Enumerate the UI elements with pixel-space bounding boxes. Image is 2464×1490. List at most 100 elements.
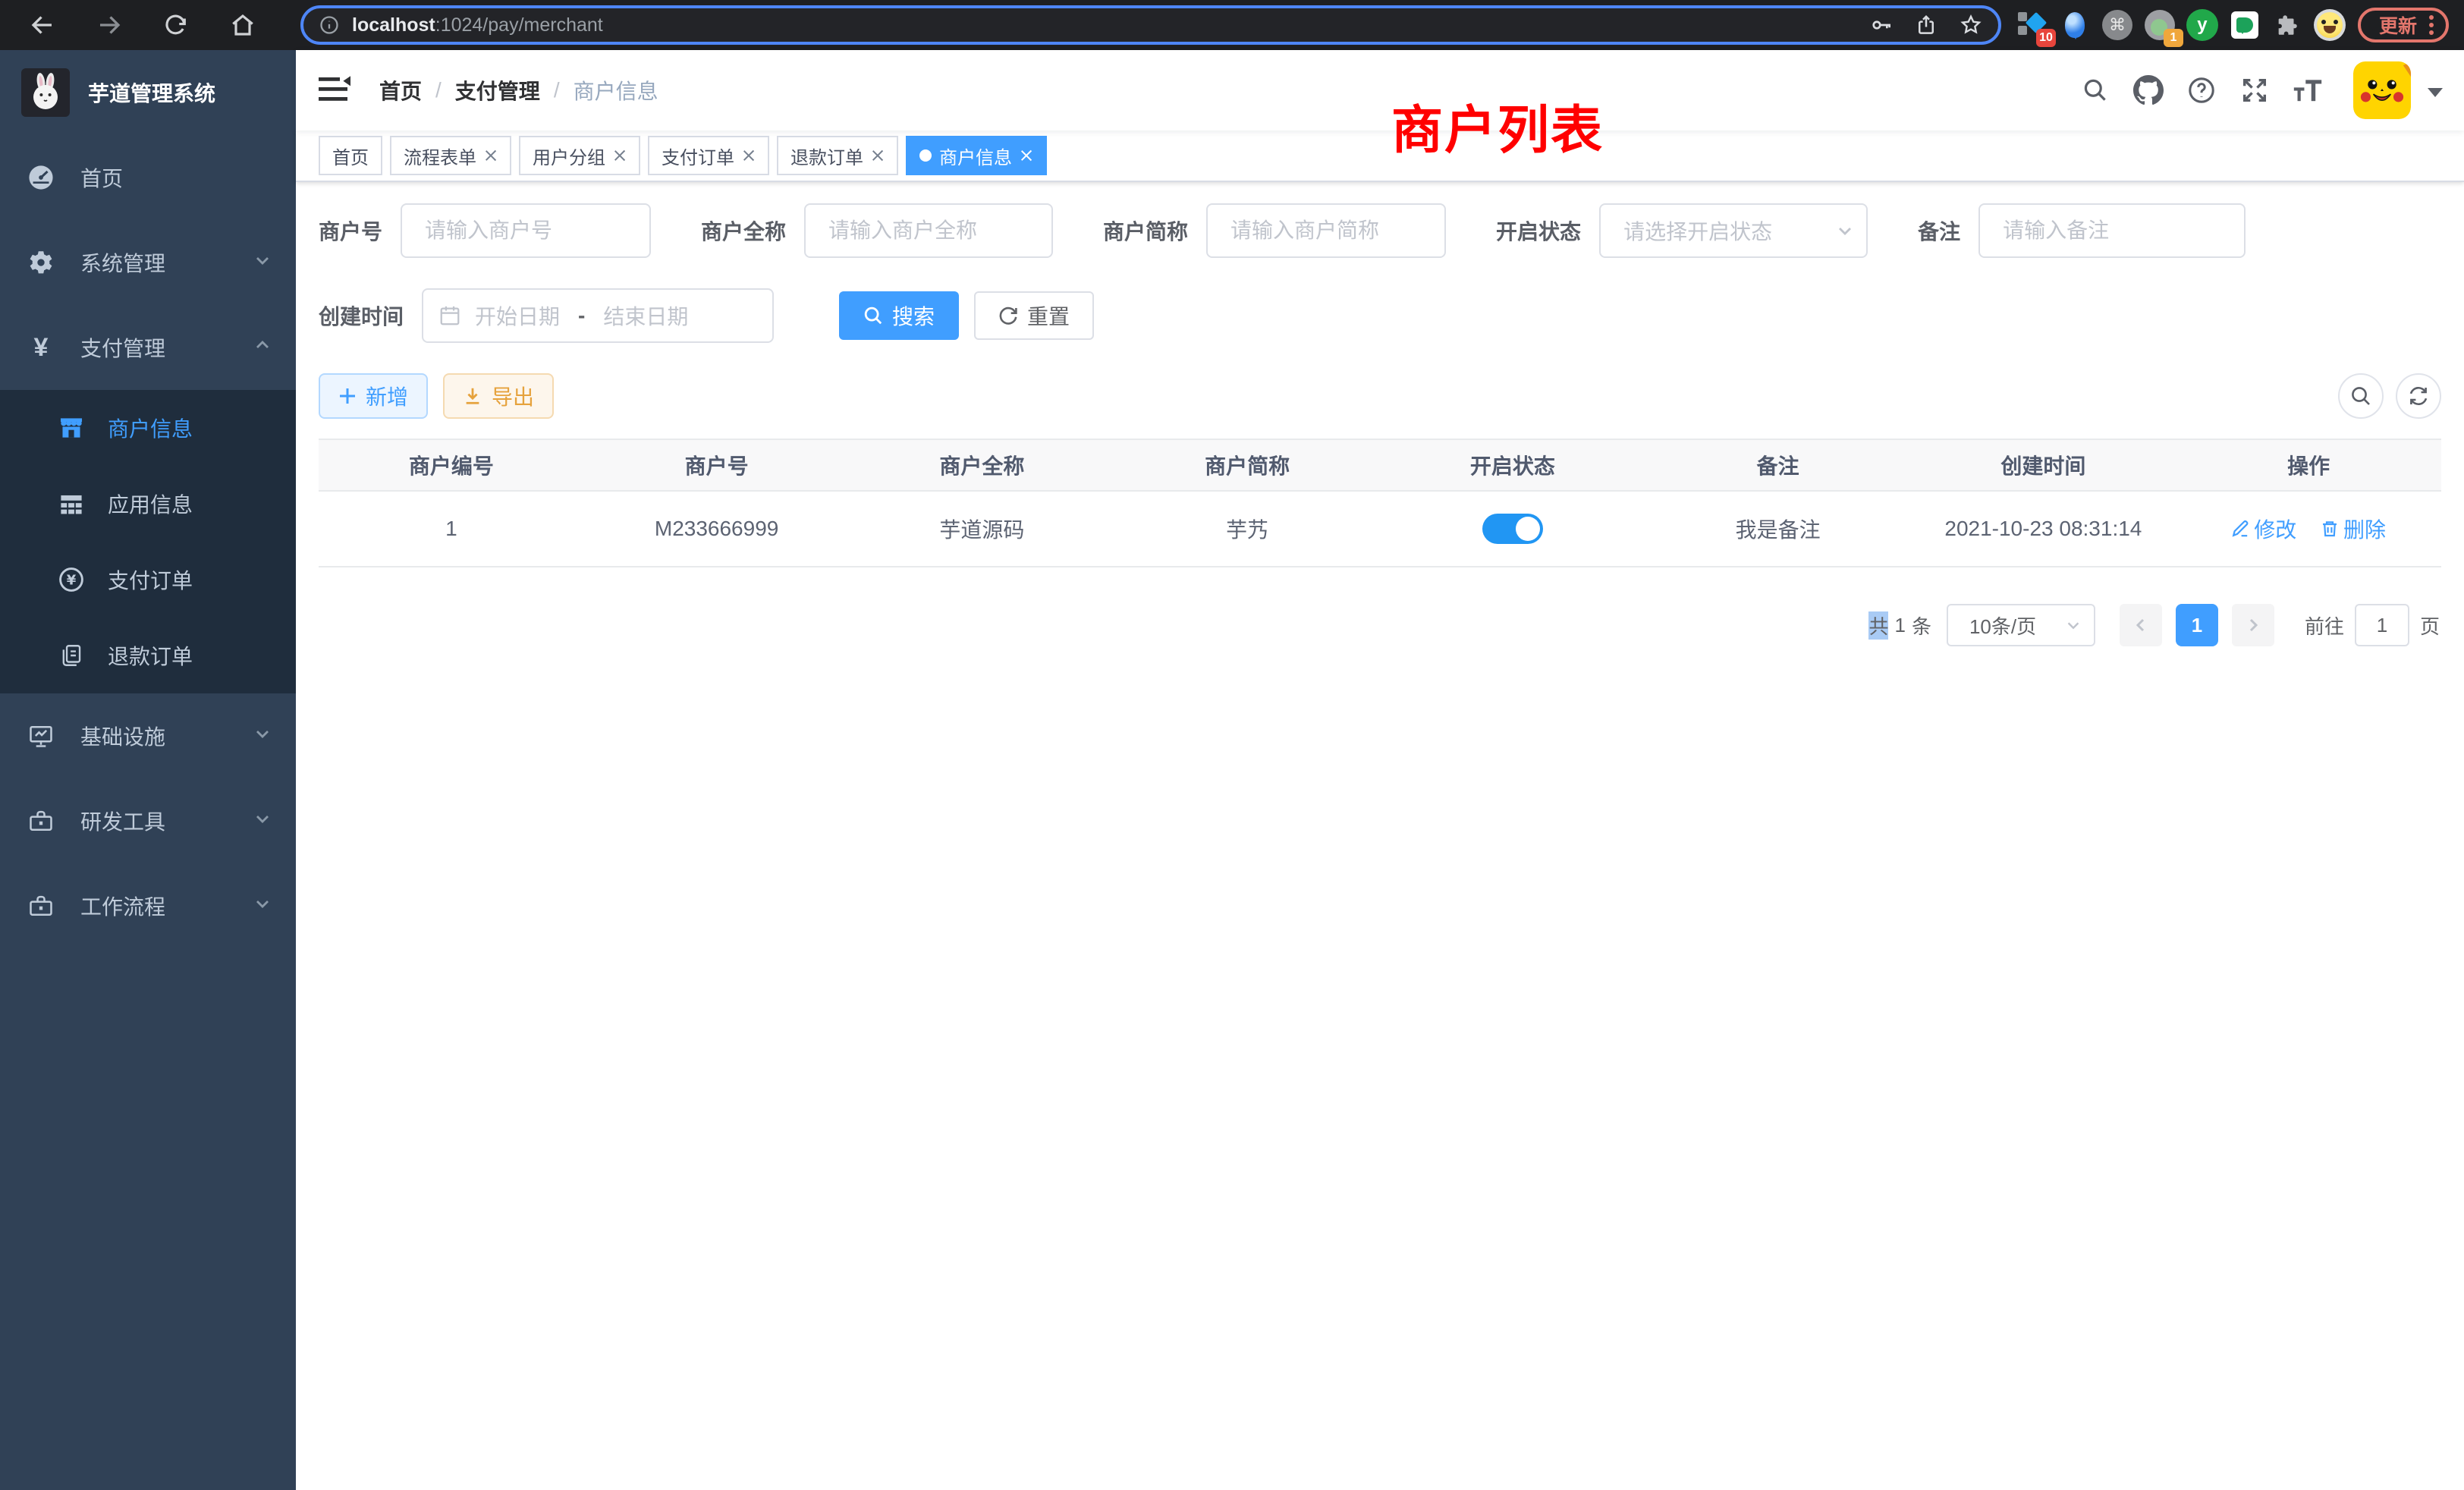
sidebar-item-app-info[interactable]: 应用信息 <box>0 466 296 542</box>
col-header-merchant-no: 商户号 <box>584 439 850 491</box>
tab-merchant-info[interactable]: 商户信息 <box>906 136 1047 175</box>
short-name-input[interactable] <box>1206 203 1446 258</box>
cell-full-name: 芋道源码 <box>850 491 1115 567</box>
browser-forward-button[interactable] <box>91 7 127 43</box>
payment-submenu: 商户信息 应用信息 ¥ 支付订单 <box>0 390 296 693</box>
filter-remark: 备注 <box>1918 203 2246 258</box>
col-header-remark: 备注 <box>1645 439 1911 491</box>
grid-table-icon <box>56 491 86 517</box>
site-info-icon[interactable] <box>319 14 340 36</box>
full-name-input[interactable] <box>804 203 1053 258</box>
sidebar-item-merchant-info[interactable]: 商户信息 <box>0 390 296 466</box>
calendar-icon <box>438 304 461 327</box>
export-button[interactable]: 导出 <box>443 373 554 419</box>
edit-link[interactable]: 修改 <box>2231 514 2296 544</box>
browser-home-button[interactable] <box>225 7 261 43</box>
chevron-down-icon <box>1836 222 1854 240</box>
sidebar-menu: 首页 系统管理 ¥ 支付管理 <box>0 135 296 948</box>
github-icon[interactable] <box>2132 74 2165 107</box>
extension-y-icon[interactable]: y <box>2186 9 2218 41</box>
fullscreen-icon[interactable] <box>2238 74 2271 107</box>
merchant-table: 商户编号 商户号 商户全称 商户简称 开启状态 备注 创建时间 操作 1 <box>319 439 2441 567</box>
address-bar[interactable]: localhost:1024/pay/merchant <box>300 5 2001 45</box>
show-search-toggle-button[interactable] <box>2338 373 2384 419</box>
sidebar-item-workflow[interactable]: 工作流程 <box>0 863 296 948</box>
next-page-button[interactable] <box>2232 604 2274 646</box>
page-number-current[interactable]: 1 <box>2176 604 2218 646</box>
toolbox-icon <box>26 807 56 835</box>
total-unit: 条 <box>1912 611 1931 640</box>
breadcrumb-home[interactable]: 首页 <box>379 75 422 105</box>
tab-refund-orders[interactable]: 退款订单 <box>777 136 898 175</box>
close-icon[interactable] <box>742 149 756 162</box>
sidebar-item-infrastructure[interactable]: 基础设施 <box>0 693 296 778</box>
tab-process-form[interactable]: 流程表单 <box>390 136 511 175</box>
field-label: 开启状态 <box>1496 215 1599 246</box>
close-icon[interactable] <box>871 149 885 162</box>
refresh-table-button[interactable] <box>2396 373 2441 419</box>
reset-button[interactable]: 重置 <box>974 291 1094 340</box>
extensions-puzzle-icon[interactable] <box>2271 9 2303 41</box>
sidebar-item-payment[interactable]: ¥ 支付管理 <box>0 305 296 390</box>
goto-page-input[interactable] <box>2355 604 2409 646</box>
sidebar-item-refund-orders[interactable]: 退款订单 <box>0 618 296 693</box>
sidebar-item-home[interactable]: 首页 <box>0 135 296 220</box>
user-avatar-pikachu[interactable] <box>2353 61 2411 119</box>
avatar-caret-down-icon[interactable] <box>2428 77 2443 105</box>
browser-extensions: 10 ⌘ 1 y <box>2016 9 2346 41</box>
date-range-picker[interactable]: 开始日期 - 结束日期 <box>422 288 774 343</box>
extension-layers-icon[interactable]: 10 <box>2016 9 2048 41</box>
font-size-icon[interactable] <box>2291 74 2324 107</box>
chevron-down-icon <box>253 250 272 275</box>
browser-reload-button[interactable] <box>158 7 194 43</box>
merchant-no-input[interactable] <box>401 203 651 258</box>
tab-pay-orders[interactable]: 支付订单 <box>648 136 769 175</box>
sidebar-item-system[interactable]: 系统管理 <box>0 220 296 305</box>
profile-emoji-avatar[interactable] <box>2314 9 2346 41</box>
tab-home[interactable]: 首页 <box>319 136 382 175</box>
svg-text:¥: ¥ <box>67 572 77 588</box>
close-icon[interactable] <box>1020 149 1033 162</box>
search-icon[interactable] <box>2079 74 2112 107</box>
chevron-down-icon <box>253 724 272 748</box>
help-icon[interactable] <box>2185 74 2218 107</box>
bookmark-star-icon[interactable] <box>1959 13 1983 37</box>
extension-recorder-icon[interactable]: 1 <box>2144 9 2176 41</box>
breadcrumb-separator: / <box>435 78 442 102</box>
pencil-icon <box>2231 520 2249 538</box>
sidebar-item-dev-tools[interactable]: 研发工具 <box>0 778 296 863</box>
tab-user-group[interactable]: 用户分组 <box>519 136 640 175</box>
home-icon <box>229 11 256 39</box>
browser-update-button[interactable]: 更新 <box>2358 8 2449 42</box>
browser-menu-kebab-icon[interactable] <box>2429 15 2434 35</box>
remark-input[interactable] <box>1978 203 2246 258</box>
delete-link[interactable]: 删除 <box>2321 514 2386 544</box>
chevron-down-icon <box>253 809 272 833</box>
sidebar-item-pay-orders[interactable]: ¥ 支付订单 <box>0 542 296 618</box>
sidebar-fold-icon[interactable] <box>319 75 352 105</box>
extension-chat-icon[interactable] <box>2229 9 2261 41</box>
chevron-down-icon <box>2065 617 2082 633</box>
page-size-select[interactable]: 10条/页 <box>1947 604 2095 646</box>
field-label: 商户号 <box>319 215 401 246</box>
search-button[interactable]: 搜索 <box>839 291 959 340</box>
table-header-row: 商户编号 商户号 商户全称 商户简称 开启状态 备注 创建时间 操作 <box>319 439 2441 491</box>
col-header-short-name: 商户简称 <box>1114 439 1380 491</box>
breadcrumb-payment[interactable]: 支付管理 <box>455 75 540 105</box>
close-icon[interactable] <box>484 149 498 162</box>
share-icon[interactable] <box>1915 13 1938 37</box>
extension-command-icon[interactable]: ⌘ <box>2101 9 2133 41</box>
add-button[interactable]: 新增 <box>319 373 428 419</box>
close-icon[interactable] <box>613 149 627 162</box>
sidebar: 芋道管理系统 首页 系统管理 <box>0 50 296 1490</box>
browser-back-button[interactable] <box>24 7 61 43</box>
cell-id: 1 <box>319 491 584 567</box>
status-select[interactable]: 请选择开启状态 <box>1599 203 1868 258</box>
sidebar-logo[interactable]: 芋道管理系统 <box>0 50 296 135</box>
dashboard-icon <box>26 163 56 192</box>
status-toggle[interactable] <box>1482 514 1543 544</box>
extension-balloon-icon[interactable] <box>2059 9 2091 41</box>
prev-page-button[interactable] <box>2120 604 2162 646</box>
password-key-icon[interactable] <box>1869 13 1894 37</box>
tab-label: 用户分组 <box>533 143 605 169</box>
